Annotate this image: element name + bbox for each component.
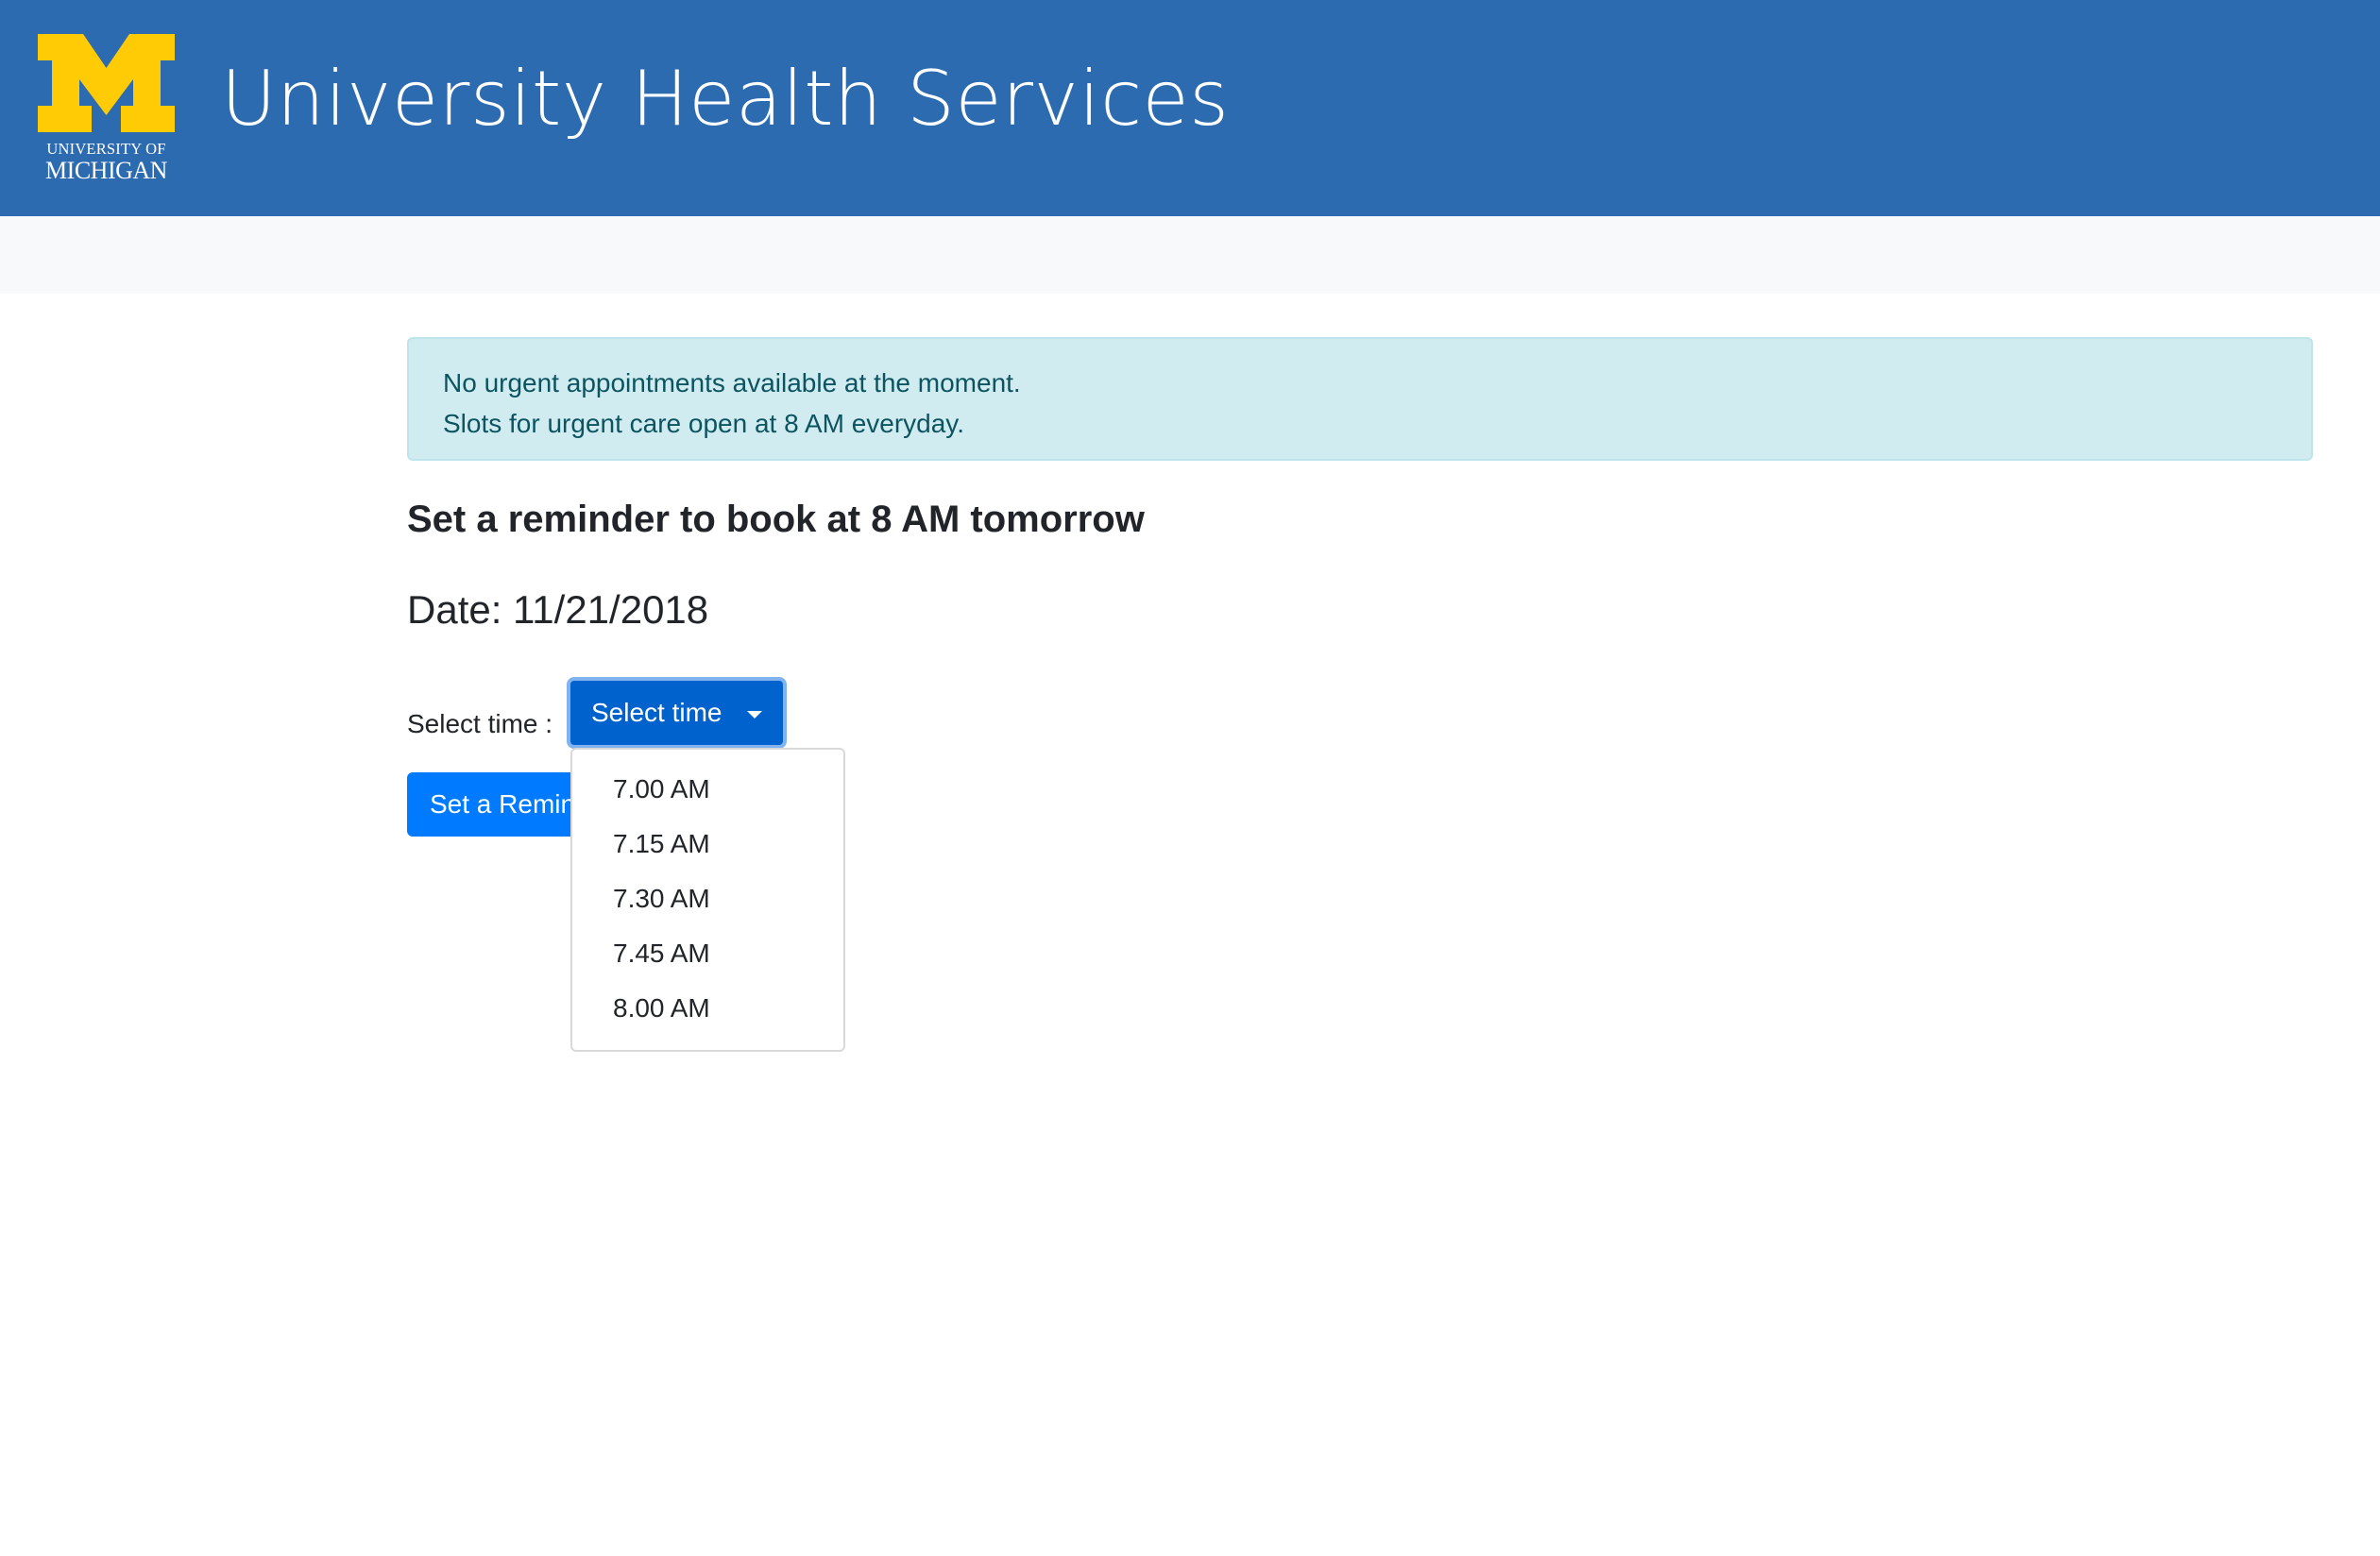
info-alert: No urgent appointments available at the … (407, 337, 2313, 461)
site-header: UNIVERSITY OF MICHIGAN University Health… (0, 0, 2380, 216)
select-time-dropdown-button[interactable]: Select time (567, 677, 787, 749)
time-option[interactable]: 8.00 AM (572, 981, 843, 1036)
navigation-bar (0, 216, 2380, 294)
date-text: Date: 11/21/2018 (407, 587, 709, 632)
site-title: University Health Services (221, 55, 1230, 143)
alert-line-1: No urgent appointments available at the … (443, 368, 1021, 397)
select-time-label: Select time : (407, 709, 553, 738)
time-option[interactable]: 7.30 AM (572, 871, 843, 926)
time-option[interactable]: 7.00 AM (572, 762, 843, 817)
time-option[interactable]: 7.15 AM (572, 817, 843, 871)
alert-line-2: Slots for urgent care open at 8 AM every… (443, 409, 965, 438)
time-dropdown-menu: 7.00 AM 7.15 AM 7.30 AM 7.45 AM 8.00 AM (570, 748, 845, 1052)
university-logo[interactable]: UNIVERSITY OF MICHIGAN (38, 34, 175, 184)
caret-down-icon (747, 711, 762, 719)
logo-michigan: MICHIGAN (45, 157, 167, 184)
logo-university-of: UNIVERSITY OF (46, 140, 166, 158)
time-option[interactable]: 7.45 AM (572, 926, 843, 981)
select-time-button-label: Select time (591, 698, 722, 727)
page-heading: Set a reminder to book at 8 AM tomorrow (407, 499, 1145, 540)
block-m-logo-icon (38, 34, 175, 132)
